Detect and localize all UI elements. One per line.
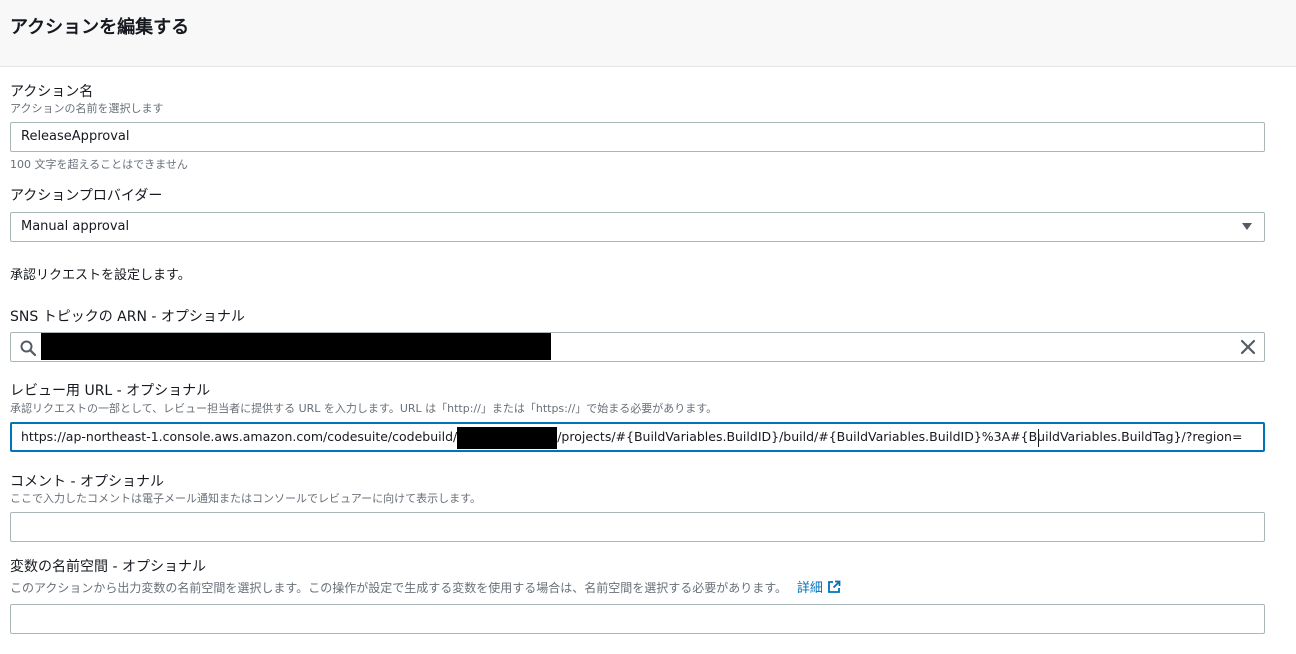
action-name-description: アクションの名前を選択します — [10, 102, 164, 115]
action-name-value: ReleaseApproval — [21, 129, 130, 144]
redacted-value — [41, 333, 551, 360]
review-url-description: 承認リクエストの一部として、レビュー担当者に提供する URL を入力します。UR… — [10, 402, 718, 415]
variable-namespace-label: 変数の名前空間 - オプショナル — [10, 559, 206, 575]
review-url-input[interactable]: https://ap-northeast-1.console.aws.amazo… — [10, 422, 1265, 452]
details-link-label: 詳細 — [796, 581, 823, 596]
action-name-input[interactable]: ReleaseApproval — [10, 122, 1265, 152]
comment-input[interactable] — [10, 512, 1265, 542]
external-link-icon — [827, 580, 841, 593]
close-icon[interactable] — [1240, 339, 1256, 355]
action-provider-select[interactable]: Manual approval — [10, 212, 1265, 242]
action-name-label: アクション名 — [10, 84, 94, 100]
comment-description: ここで入力したコメントは電子メール通知またはコンソールでレビュアーに向けて表示し… — [10, 492, 482, 505]
page-header: アクションを編集する — [0, 0, 1296, 67]
redacted-value — [457, 426, 558, 449]
review-url-prefix: https://ap-northeast-1.console.aws.amazo… — [21, 429, 458, 444]
comment-label: コメント - オプショナル — [10, 474, 164, 490]
action-provider-label: アクションプロバイダー — [10, 188, 163, 204]
variable-namespace-description-row: このアクションから出力変数の名前空間を選択します。この操作が設定で生成する変数を… — [10, 580, 841, 597]
sns-topic-search-input[interactable] — [10, 332, 1265, 362]
review-url-suffix: /projects/#{BuildVariables.BuildID}/buil… — [557, 429, 1243, 444]
search-icon — [20, 340, 37, 357]
sns-topic-label: SNS トピックの ARN - オプショナル — [10, 309, 245, 325]
variable-namespace-description: このアクションから出力変数の名前空間を選択します。この操作が設定で生成する変数を… — [10, 581, 788, 595]
caret-down-icon — [1242, 223, 1252, 230]
details-link[interactable]: 詳細 — [796, 580, 841, 596]
action-provider-value: Manual approval — [21, 219, 130, 234]
review-url-label: レビュー用 URL - オプショナル — [10, 383, 211, 399]
approval-section-text: 承認リクエストを設定します。 — [10, 268, 191, 283]
variable-namespace-input[interactable] — [10, 604, 1265, 634]
text-cursor — [1038, 429, 1039, 447]
page-title: アクションを編集する — [10, 17, 190, 38]
action-name-hint: 100 文字を超えることはできません — [10, 158, 188, 171]
